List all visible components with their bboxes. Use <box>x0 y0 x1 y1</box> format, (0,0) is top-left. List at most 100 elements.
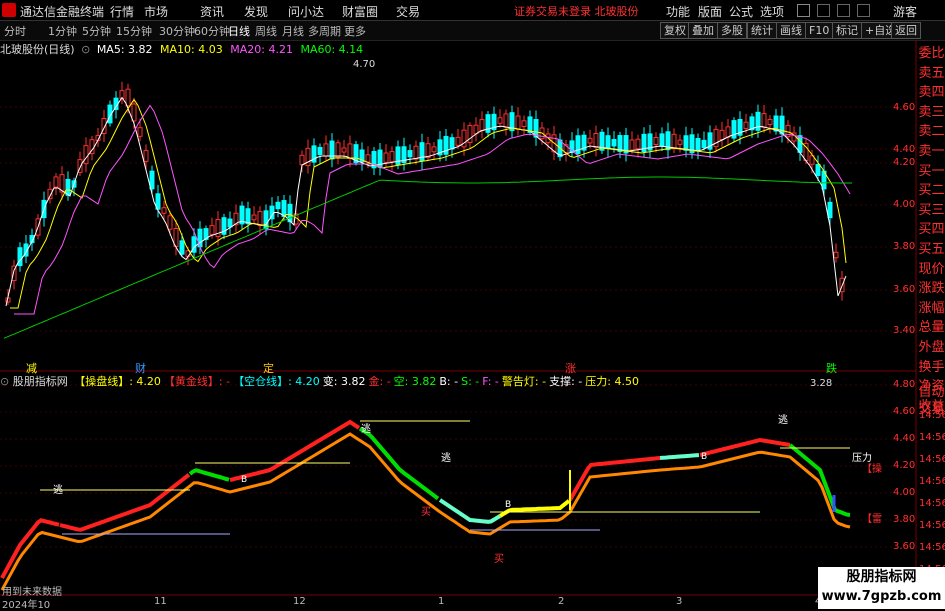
quote-field-label[interactable]: 卖五 <box>918 64 945 84</box>
candle <box>605 135 611 149</box>
axis-label: 4.60 <box>893 102 916 113</box>
buy-label: 买 <box>494 554 504 565</box>
axis-label: 3.60 <box>893 284 916 295</box>
candle <box>149 170 155 190</box>
candle <box>245 208 251 225</box>
x-tick: 2 <box>558 596 565 607</box>
indicator-gear-icon[interactable]: ⊙ <box>0 375 9 388</box>
candle <box>677 139 683 145</box>
axis-label: 3.40 <box>893 325 916 336</box>
high-price-label: 4.70 <box>353 59 376 70</box>
quote-field-label[interactable]: 涨跌 <box>918 279 945 299</box>
candle <box>479 119 485 131</box>
marker-fall[interactable]: 跌 <box>826 360 837 376</box>
quote-field-label[interactable]: 卖二 <box>918 122 945 142</box>
quote-field-label[interactable]: 买五 <box>918 240 945 260</box>
quote-field-label[interactable]: 涨幅 <box>918 299 945 319</box>
indicator-value: 【黄金线】: - <box>163 375 231 388</box>
indicator-value: S: - <box>461 375 480 388</box>
candle <box>527 116 533 133</box>
ind-axis-label: 3.80 <box>893 514 916 525</box>
ind-axis-label: 4.60 <box>893 406 916 417</box>
operation-line <box>229 419 361 482</box>
candle <box>815 164 821 176</box>
b-label: B <box>241 475 248 485</box>
quote-field-label[interactable]: 买一 <box>918 162 945 182</box>
candle <box>635 138 641 150</box>
operation-line <box>568 456 661 501</box>
candle <box>407 150 413 158</box>
chart-canvas[interactable] <box>0 0 945 609</box>
buy-label: 买 <box>421 507 431 518</box>
quote-field-label[interactable]: 买二 <box>918 181 945 201</box>
ind-time-label: 14:56 <box>919 542 945 553</box>
quote-field-label[interactable]: 买四 <box>918 220 945 240</box>
candle <box>449 137 455 150</box>
candle <box>497 117 503 124</box>
indicator-title-bar: ⊙ 股朋指标网 【操盘线】: 4.20 【黄金线】: - 【空仓线】: 4.20 变:… <box>0 373 639 389</box>
quote-field-label[interactable]: 买三 <box>918 201 945 221</box>
candle <box>455 136 461 146</box>
cut-label-1: 【操 <box>862 464 882 475</box>
ind-axis-label: 4.20 <box>893 460 916 471</box>
candle <box>161 207 167 214</box>
candle <box>125 88 131 107</box>
quote-field-label[interactable]: 外盘 <box>918 338 945 358</box>
moving-average-line <box>3 176 852 339</box>
candle <box>767 119 773 125</box>
quote-field-label[interactable]: 卖三 <box>918 103 945 123</box>
ind-time-label: 14:56 <box>919 432 945 443</box>
quote-field-label[interactable]: 换手 <box>918 358 945 378</box>
candle <box>317 146 323 156</box>
x-tick: 11 <box>154 596 167 607</box>
indicator-value: 变: 3.82 <box>322 375 366 388</box>
candle <box>587 137 593 144</box>
candle <box>251 214 257 221</box>
watermark-title: 股朋指标网 <box>846 569 917 585</box>
indicator-value: 压力: 4.50 <box>585 375 639 388</box>
indicator-name: 股朋指标网 <box>12 375 68 388</box>
quote-field-label[interactable]: 卖一 <box>918 142 945 162</box>
candle <box>209 225 215 235</box>
candle <box>629 139 635 151</box>
escape-label: 逃 <box>53 485 63 496</box>
candle <box>65 178 71 196</box>
b-label: B <box>701 452 708 462</box>
axis-label: 4.00 <box>893 199 916 210</box>
quote-field-label[interactable]: 卖四 <box>918 83 945 103</box>
watermark: 股朋指标网 www.7gpzb.com <box>818 567 945 609</box>
candle <box>659 133 665 147</box>
candle <box>335 142 341 158</box>
quote-field-label[interactable]: 委比 <box>918 44 945 64</box>
indicator-value: 金: - <box>368 375 391 388</box>
candle <box>503 113 509 128</box>
candle <box>389 151 395 163</box>
candle <box>743 121 749 129</box>
ind-time-label: 14:56 <box>919 454 945 465</box>
candlestick-series <box>5 81 845 305</box>
operation-line <box>188 468 230 482</box>
quote-field-label[interactable]: 现价 <box>918 260 945 280</box>
candle <box>683 135 689 151</box>
operation-line <box>659 453 700 460</box>
candle <box>671 133 677 150</box>
candle <box>281 200 287 217</box>
candle <box>275 201 281 210</box>
ind-axis-label: 3.60 <box>893 541 916 552</box>
operation-line <box>699 437 791 457</box>
candle <box>695 138 701 151</box>
candle <box>179 240 185 255</box>
candle <box>515 115 521 130</box>
ind-time-label: 14:56 <box>919 498 945 509</box>
x-axis: 2024年10 11 12 1 2 3 4 <box>0 596 916 611</box>
auto-label[interactable]: 自动 <box>918 384 945 401</box>
candle <box>827 201 833 219</box>
candle <box>257 211 263 227</box>
quote-field-label[interactable]: 总量 <box>918 318 945 338</box>
x-tick: 3 <box>676 596 683 607</box>
candle <box>347 143 353 159</box>
indicator-value: 支撑: - <box>549 375 583 388</box>
ind-axis-label: 4.80 <box>893 379 916 390</box>
candle <box>425 143 431 159</box>
indicator-value: 【操盘线】: 4.20 <box>74 375 161 388</box>
